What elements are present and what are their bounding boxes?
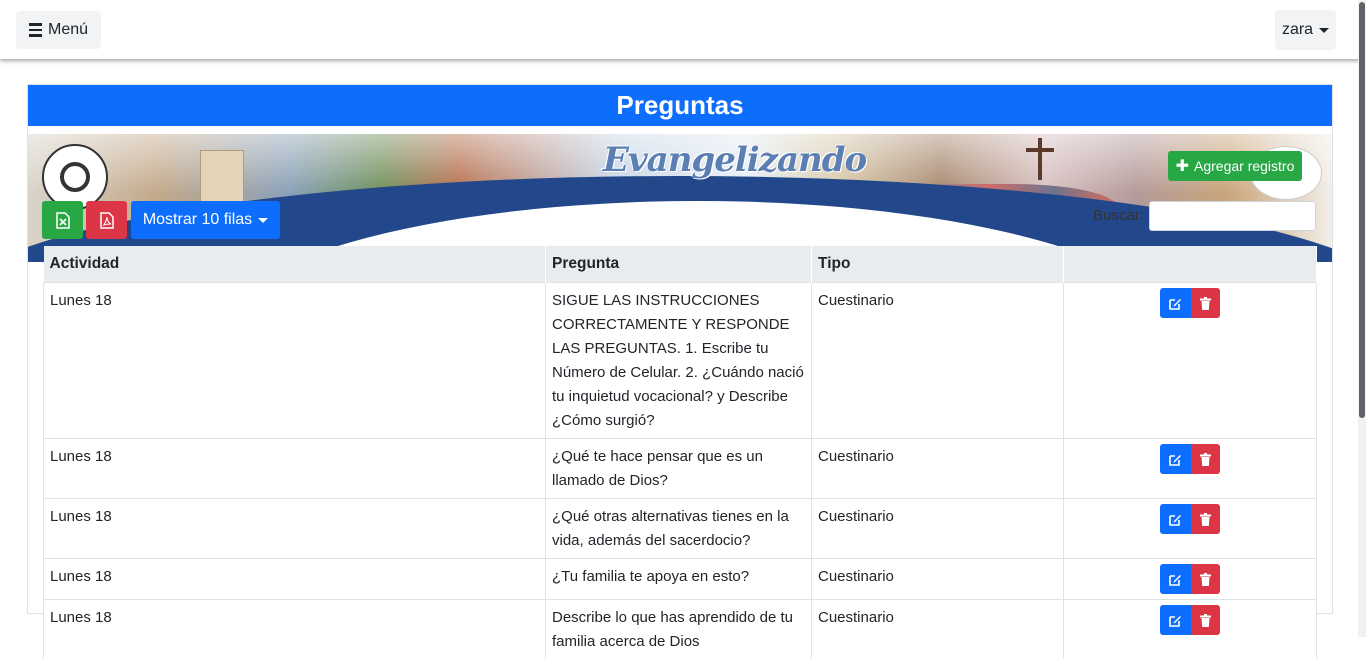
hamburger-icon (29, 23, 42, 37)
trash-icon (1200, 453, 1211, 466)
scrollbar-thumb[interactable] (1359, 2, 1365, 418)
pdf-file-icon (100, 212, 114, 229)
cell-actions (1064, 559, 1317, 600)
delete-button[interactable] (1191, 605, 1220, 635)
export-excel-button[interactable] (42, 201, 83, 239)
caret-down-icon (1319, 28, 1329, 33)
cell-actividad: Lunes 18 (44, 439, 546, 499)
cell-tipo: Cuestinario (812, 559, 1064, 600)
page-scrollbar[interactable] (1358, 0, 1366, 637)
cell-actions (1064, 439, 1317, 499)
delete-button[interactable] (1191, 288, 1220, 318)
table-row: Lunes 18 ¿Qué te hace pensar que es un l… (44, 439, 1317, 499)
column-header-pregunta[interactable]: Pregunta (546, 246, 812, 283)
add-record-label: Agregar registro (1194, 158, 1294, 174)
user-dropdown-button[interactable]: zara (1275, 10, 1336, 50)
cell-actividad: Lunes 18 (44, 600, 546, 659)
cell-pregunta: Describe lo que has aprendido de tu fami… (546, 600, 812, 659)
edit-icon (1169, 614, 1182, 627)
menu-button[interactable]: Menú (16, 11, 101, 49)
user-label: zara (1282, 21, 1313, 39)
menu-label: Menú (48, 21, 88, 39)
cell-tipo: Cuestinario (812, 499, 1064, 559)
top-navbar: Menú zara (0, 0, 1366, 59)
table-row: Lunes 18 ¿Tu familia te apoya en esto? C… (44, 559, 1317, 600)
rows-per-page-label: Mostrar 10 filas (143, 211, 252, 229)
edit-button[interactable] (1160, 504, 1191, 534)
search-input[interactable] (1149, 201, 1316, 231)
export-pdf-button[interactable] (86, 201, 127, 239)
table-row: Lunes 18 SIGUE LAS INSTRUCCIONES CORRECT… (44, 283, 1317, 439)
questions-table: Actividad Pregunta Tipo Lunes 18 SIGUE L… (43, 246, 1316, 659)
delete-button[interactable] (1191, 444, 1220, 474)
cell-tipo: Cuestinario (812, 439, 1064, 499)
cell-tipo: Cuestinario (812, 600, 1064, 659)
cell-actividad: Lunes 18 (44, 499, 546, 559)
plus-icon: ✚ (1176, 156, 1189, 176)
column-header-tipo[interactable]: Tipo (812, 246, 1064, 283)
edit-icon (1169, 513, 1182, 526)
cell-actions (1064, 283, 1317, 439)
cell-pregunta: ¿Qué otras alternativas tienes en la vid… (546, 499, 812, 559)
delete-button[interactable] (1191, 504, 1220, 534)
search-label: Buscar: (1093, 207, 1144, 224)
table-row: Lunes 18 Describe lo que has aprendido d… (44, 600, 1317, 659)
cell-actions (1064, 600, 1317, 659)
edit-icon (1169, 453, 1182, 466)
trash-icon (1200, 513, 1211, 526)
trash-icon (1200, 297, 1211, 310)
edit-icon (1169, 297, 1182, 310)
edit-button[interactable] (1160, 288, 1191, 318)
column-header-actividad[interactable]: Actividad (44, 246, 546, 283)
trash-icon (1200, 573, 1211, 586)
cell-pregunta: ¿Tu familia te apoya en esto? (546, 559, 812, 600)
edit-button[interactable] (1160, 605, 1191, 635)
cell-pregunta: ¿Qué te hace pensar que es un llamado de… (546, 439, 812, 499)
table-row: Lunes 18 ¿Qué otras alternativas tienes … (44, 499, 1317, 559)
excel-file-icon (56, 212, 70, 229)
banner-brand-text: Evangelizando (603, 140, 823, 196)
edit-button[interactable] (1160, 444, 1191, 474)
crucifix-bar (1026, 148, 1054, 152)
table-header-row: Actividad Pregunta Tipo (44, 246, 1317, 283)
caret-down-icon (258, 218, 268, 223)
page-title: Preguntas (28, 85, 1332, 126)
edit-button[interactable] (1160, 564, 1191, 594)
crucifix-icon (1038, 138, 1042, 180)
edit-icon (1169, 573, 1182, 586)
rows-per-page-dropdown[interactable]: Mostrar 10 filas (131, 201, 280, 239)
column-header-actions (1064, 246, 1317, 283)
cell-actividad: Lunes 18 (44, 559, 546, 600)
cell-actions (1064, 499, 1317, 559)
header-banner: Evangelizando (28, 134, 1332, 262)
cell-tipo: Cuestinario (812, 283, 1064, 439)
add-record-button[interactable]: ✚ Agregar registro (1168, 151, 1302, 181)
cell-pregunta: SIGUE LAS INSTRUCCIONES CORRECTAMENTE Y … (546, 283, 812, 439)
trash-icon (1200, 614, 1211, 627)
cell-actividad: Lunes 18 (44, 283, 546, 439)
delete-button[interactable] (1191, 564, 1220, 594)
